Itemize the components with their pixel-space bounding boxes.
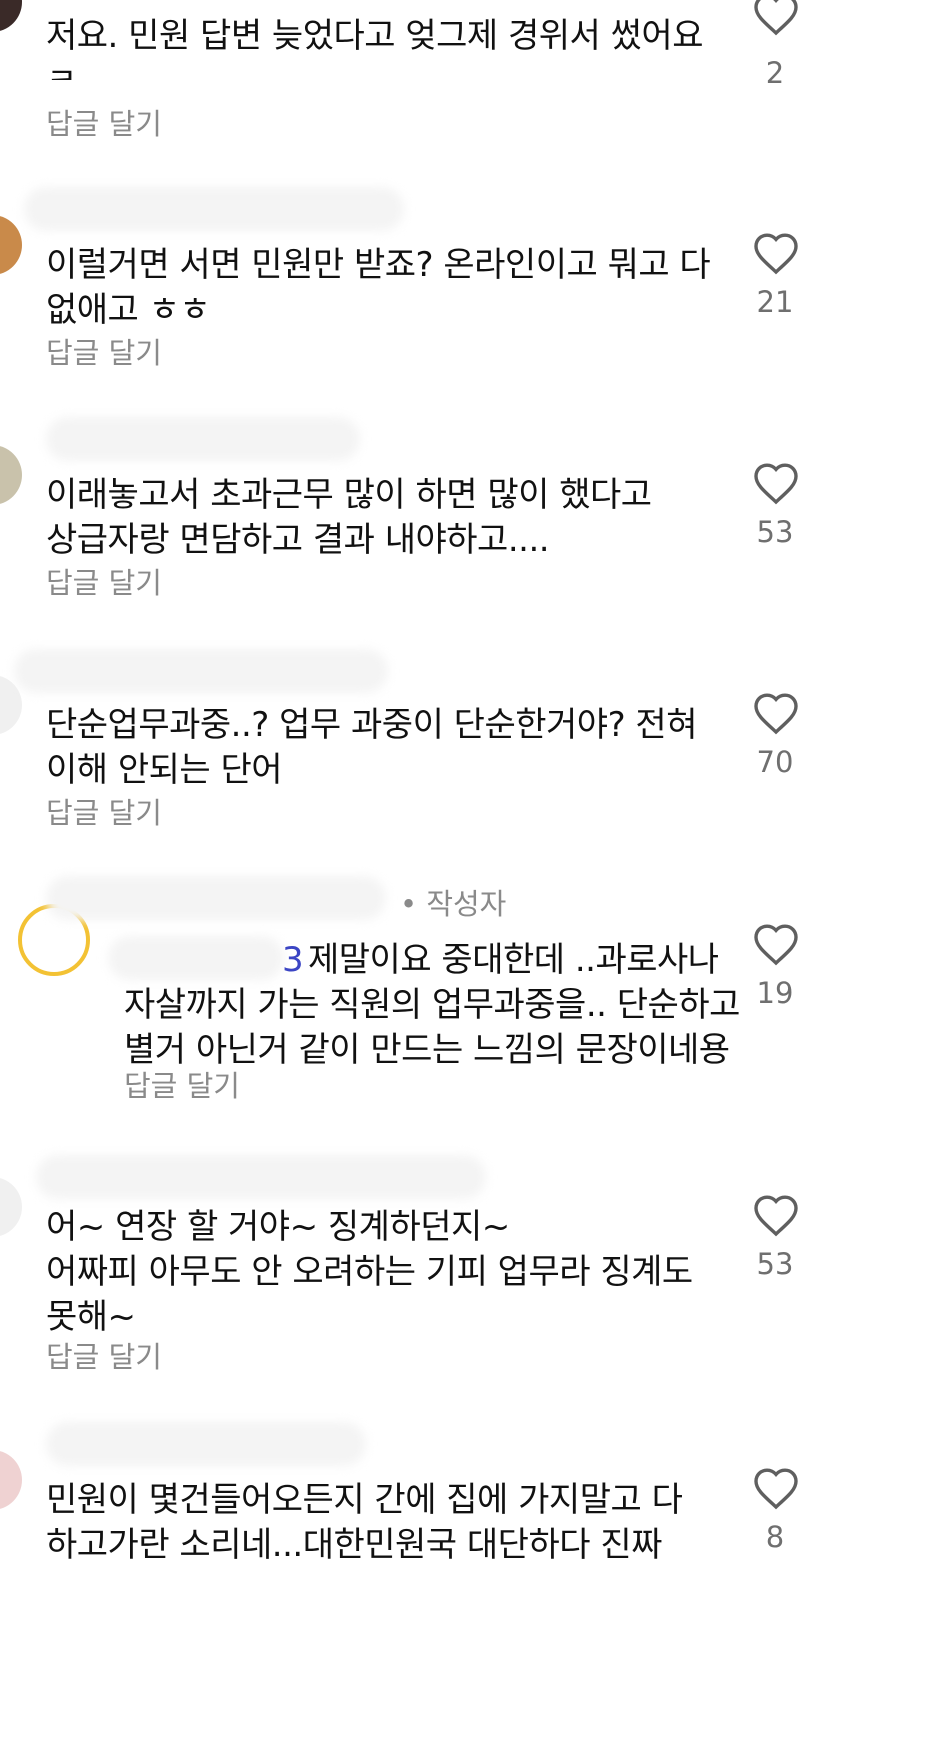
like-count: 8 <box>765 1520 785 1554</box>
reply-button[interactable]: 답글 달기 <box>46 106 162 142</box>
heart-outline-icon <box>754 693 798 735</box>
reply-button[interactable]: 답글 달기 <box>46 335 162 371</box>
like-button[interactable] <box>752 461 800 505</box>
like-button[interactable] <box>752 0 800 36</box>
like-button[interactable] <box>752 922 800 966</box>
comment-text: 이래놓고서 초과근무 많이 하면 많이 했다고 상급자랑 면담하고 결과 내야하… <box>46 475 652 560</box>
like-count: 2 <box>765 56 785 90</box>
heart-outline-icon <box>754 0 798 36</box>
reply-button[interactable]: 답글 달기 <box>124 1068 240 1104</box>
like-count: 70 <box>756 745 794 779</box>
avatar[interactable] <box>0 0 22 32</box>
avatar[interactable] <box>0 445 22 505</box>
heart-outline-icon <box>754 1195 798 1237</box>
avatar[interactable] <box>0 1450 22 1510</box>
comment-text: 어~ 연장 할 거야~ 징계하던지~ 어짜피 아무도 안 오려하는 기피 업무라… <box>46 1207 693 1337</box>
username-redacted <box>46 417 360 461</box>
like-button[interactable] <box>752 231 800 275</box>
username-redacted <box>14 649 388 693</box>
like-button[interactable] <box>752 1193 800 1237</box>
comment-text: 저요. 민원 답변 늦었다고 엊그제 경위서 썼어요ㅋ ㅋㅋㅋㅋ <box>46 16 703 80</box>
avatar[interactable] <box>0 215 22 275</box>
reply-button[interactable]: 답글 달기 <box>46 1339 162 1375</box>
heart-outline-icon <box>754 924 798 966</box>
heart-outline-icon <box>754 233 798 275</box>
username-redacted <box>36 1155 486 1199</box>
like-button[interactable] <box>752 1466 800 1510</box>
like-count: 53 <box>756 1247 794 1281</box>
like-count: 53 <box>756 515 794 549</box>
username-redacted <box>46 1422 366 1466</box>
heart-outline-icon <box>754 463 798 505</box>
comment-text: 단순업무과중..? 업무 과중이 단순한거야? 전혀 이해 안되는 단어 <box>46 705 697 790</box>
reply-button[interactable]: 답글 달기 <box>46 565 162 601</box>
avatar[interactable] <box>0 1177 22 1237</box>
username-redacted <box>24 187 404 231</box>
like-count: 21 <box>756 285 794 319</box>
username-redacted <box>46 876 386 920</box>
comment-text: 이럴거면 서면 민원만 받죠? 온라인이고 뭐고 다 없애고 ㅎㅎ <box>46 245 711 330</box>
heart-outline-icon <box>754 1468 798 1510</box>
like-count: 19 <box>756 976 794 1010</box>
author-badge: • 작성자 <box>400 887 507 921</box>
reply-button[interactable]: 답글 달기 <box>46 795 162 831</box>
comment-text: 제말이요 중대한데 ..과로사나 자살까지 가는 직원의 업무과중을.. 단순하… <box>124 940 740 1070</box>
comment-text: 민원이 몇건들어오든지 간에 집에 가지말고 다 하고가란 소리네...대한민원… <box>46 1480 683 1565</box>
like-button[interactable] <box>752 691 800 735</box>
